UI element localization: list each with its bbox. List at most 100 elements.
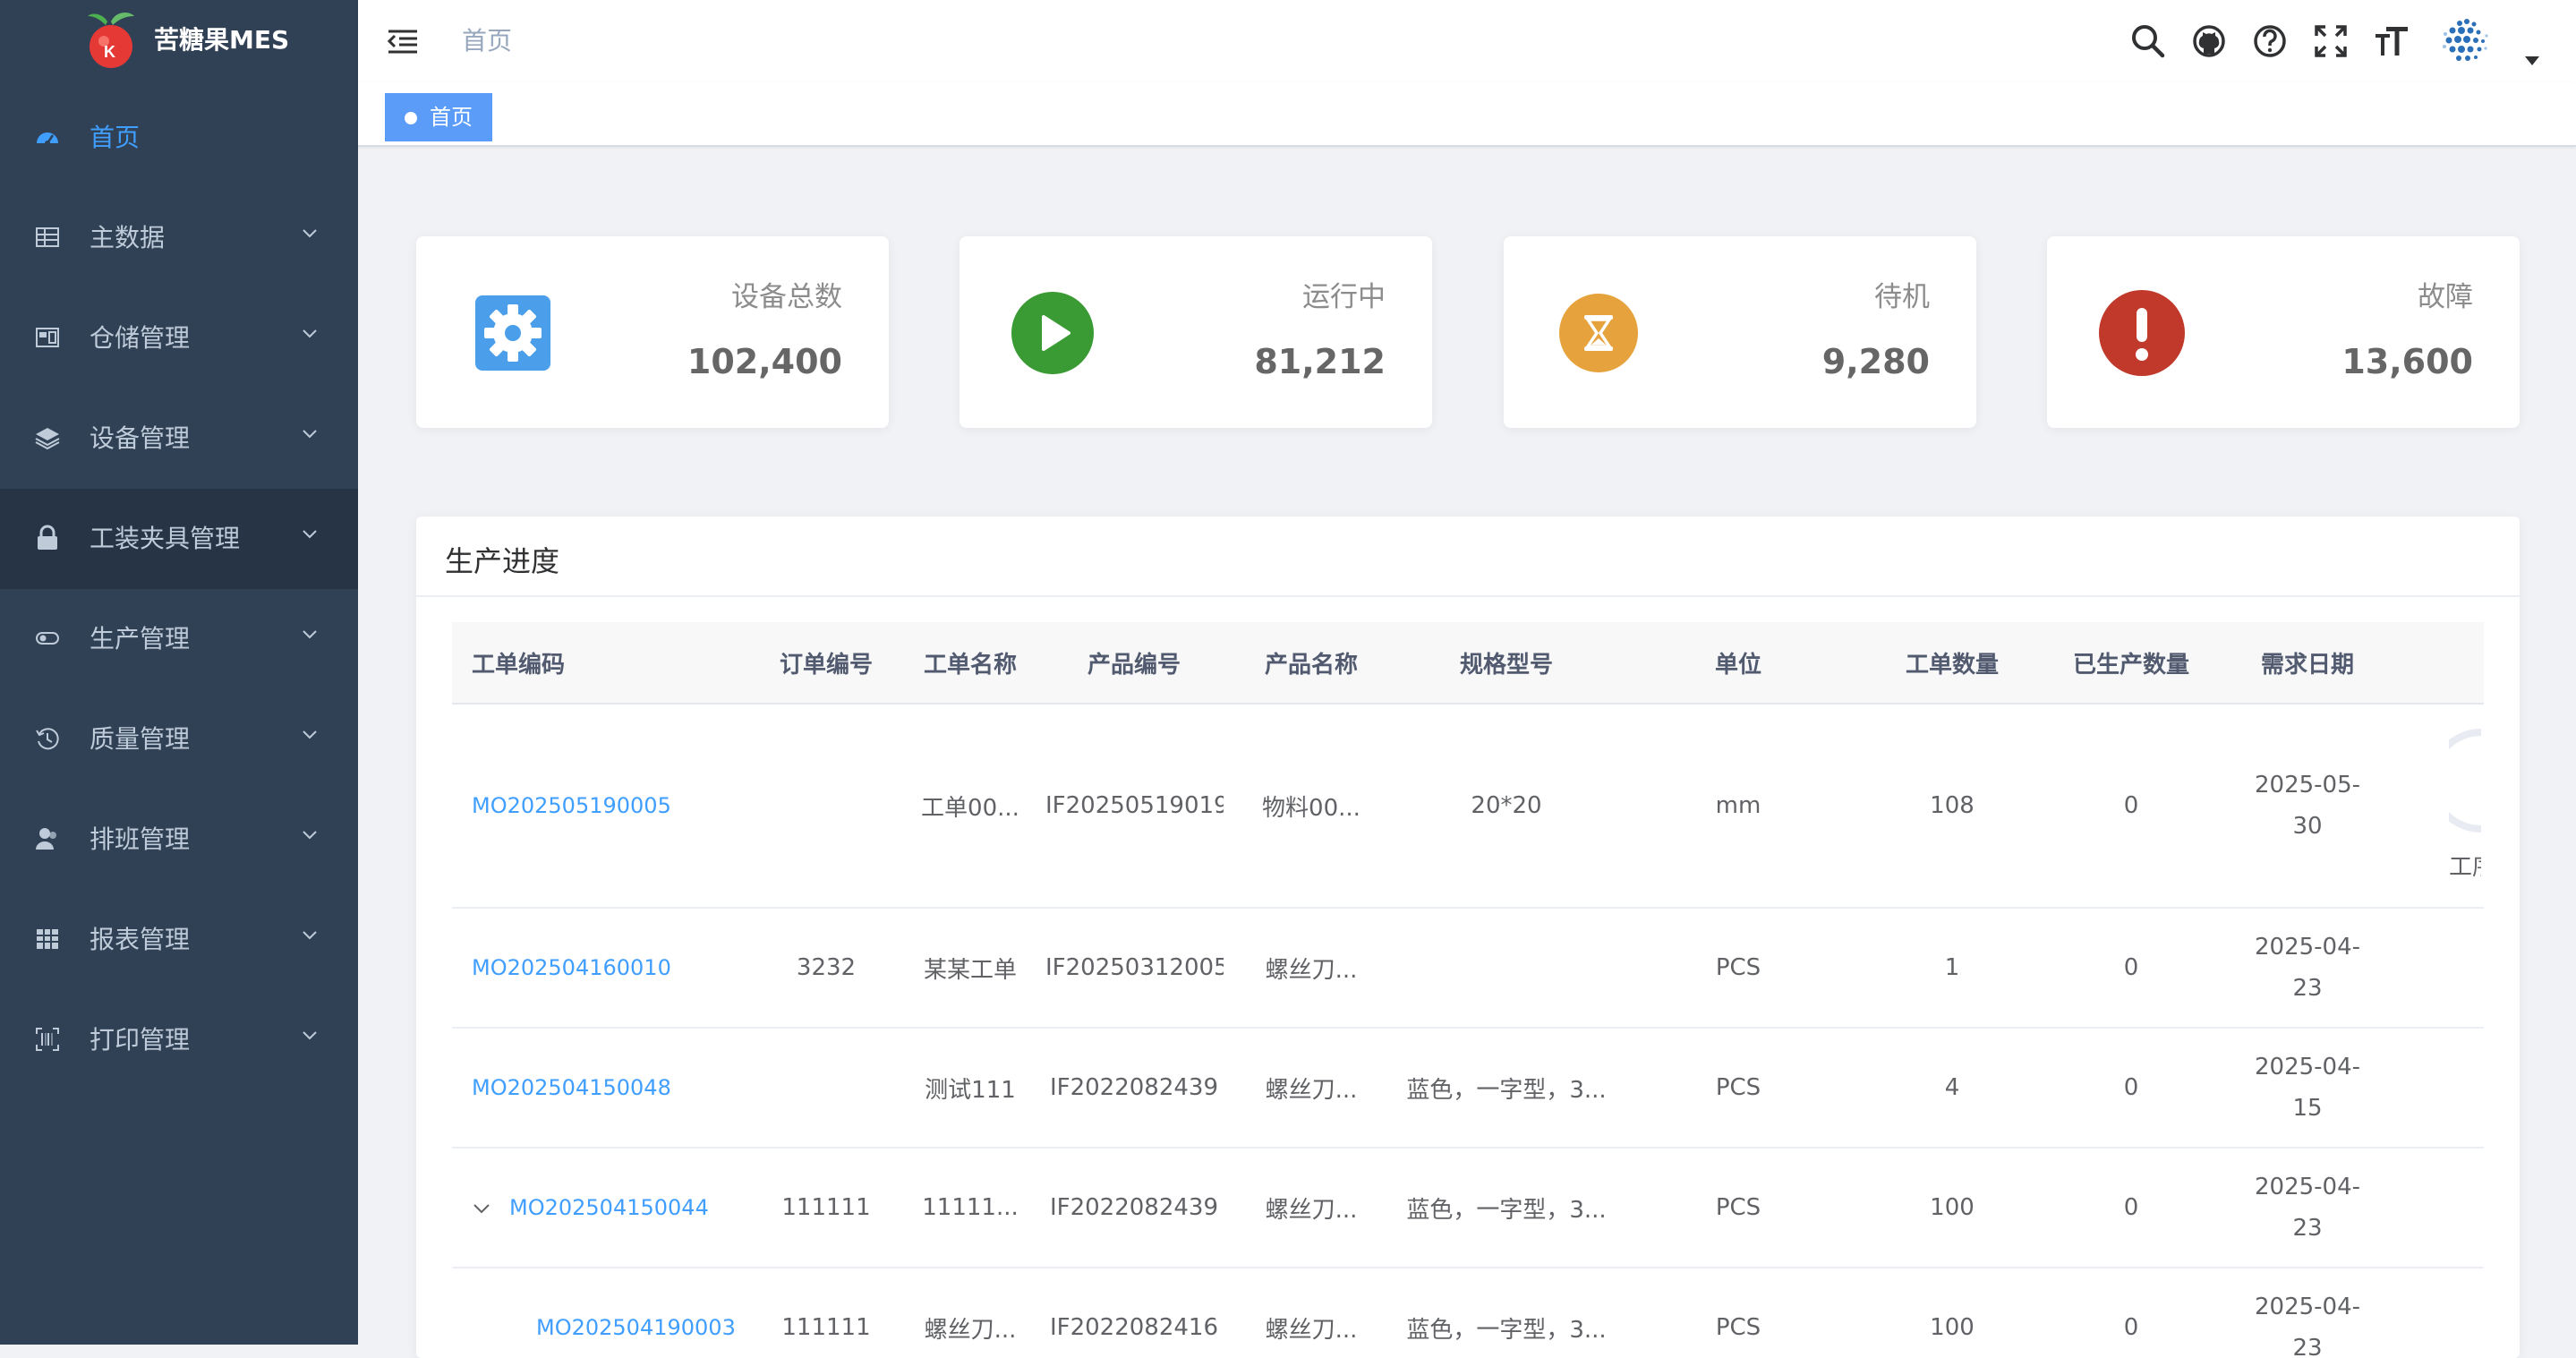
- navbar: 首页: [358, 0, 2576, 82]
- search-icon[interactable]: [2128, 21, 2168, 61]
- tags-view: 首页: [358, 82, 2576, 147]
- fullscreen-icon[interactable]: [2311, 21, 2350, 61]
- warehouse-icon: [36, 328, 59, 347]
- sidebar-item-home[interactable]: 首页: [0, 88, 358, 188]
- users-icon: [36, 828, 56, 850]
- cell-date: 2025-04-23: [2221, 1148, 2394, 1268]
- tag-home[interactable]: 首页: [385, 93, 492, 141]
- cell-order: [756, 704, 896, 909]
- cell-unit: PCS: [1614, 1148, 1863, 1268]
- column-header[interactable]: 产品名称: [1224, 622, 1399, 705]
- sidebar-item-label: 仓储管理: [90, 323, 191, 353]
- column-header-extra: [2394, 622, 2484, 705]
- operation-label: 工序: [2449, 854, 2481, 881]
- candy-logo-icon: K: [88, 13, 134, 68]
- table-row[interactable]: MO202504150048 测试111 IF2022082439 螺丝刀...…: [452, 1028, 2484, 1149]
- sidebar-menu: 首页 主数据 仓储管理 设备管理 工装夹具管理 生产管理 质量管理 排班管理 报…: [0, 88, 358, 1090]
- cell-product-code: IF2022082439: [1045, 1028, 1224, 1149]
- work-order-code-link[interactable]: MO202504150044: [509, 1195, 709, 1220]
- table-row[interactable]: MO202505190005 工单00... IF20250519019 物料0…: [452, 704, 2484, 909]
- sidebar: K 苦糖果MES 首页 主数据 仓储管理 设备管理 工装夹具管理 生产管理 质量…: [0, 0, 358, 1345]
- column-header[interactable]: 订单编号: [756, 622, 896, 705]
- chevron-down-icon: [303, 1031, 317, 1040]
- cell-product-name: 物料00...: [1224, 704, 1399, 909]
- sidebar-item-label: 生产管理: [90, 624, 191, 653]
- lock-icon: [38, 525, 57, 550]
- sidebar-item-label: 首页: [90, 123, 141, 152]
- sidebar-item-reports[interactable]: 报表管理: [0, 890, 358, 990]
- cell-spec: 蓝色，一字型，3...: [1399, 1028, 1614, 1149]
- chevron-down-icon[interactable]: [472, 1201, 491, 1216]
- table-row[interactable]: MO202504160010 3232 某某工单 IF20250312005 螺…: [452, 908, 2484, 1029]
- stat-card-standby[interactable]: 待机 9,280: [1504, 236, 1976, 428]
- sidebar-item-warehouse[interactable]: 仓储管理: [0, 288, 358, 389]
- sidebar-item-quality[interactable]: 质量管理: [0, 689, 358, 790]
- play-icon: [1011, 292, 1094, 374]
- cell-name: 某某工单: [896, 908, 1045, 1029]
- cell-qty: 100: [1863, 1148, 2042, 1268]
- cell-date: 2025-04-23: [2221, 908, 2394, 1029]
- work-order-code-link[interactable]: MO202504190003: [536, 1315, 736, 1340]
- production-panel: 生产进度 工单编码 订单编号 工单名称 产品编号 产品名称 规格型号 单位 工单…: [416, 517, 2520, 1358]
- sidebar-item-printing[interactable]: 打印管理: [0, 990, 358, 1090]
- column-header[interactable]: 产品编号: [1045, 622, 1224, 705]
- work-order-code-link[interactable]: MO202504150048: [452, 1028, 756, 1149]
- question-icon[interactable]: [2250, 21, 2290, 61]
- logo[interactable]: K 苦糖果MES: [0, 0, 358, 81]
- work-order-code-link[interactable]: MO202504160010: [452, 908, 756, 1029]
- column-header[interactable]: 单位: [1614, 622, 1863, 705]
- column-header[interactable]: 需求日期: [2221, 622, 2394, 705]
- gear-icon: [475, 295, 550, 371]
- column-header[interactable]: 已生产数量: [2042, 622, 2221, 705]
- sidebar-item-equipment[interactable]: 设备管理: [0, 389, 358, 489]
- date-text: 2025-04-15: [2254, 1054, 2360, 1122]
- sidebar-item-label: 排班管理: [90, 824, 191, 854]
- work-order-code-link[interactable]: MO202505190005: [452, 704, 756, 909]
- sidebar-item-scheduling[interactable]: 排班管理: [0, 790, 358, 890]
- table-row[interactable]: MO202504150044 111111 11111... IF2022082…: [452, 1148, 2484, 1268]
- cell-extra: [2394, 1148, 2484, 1268]
- breadcrumb[interactable]: 首页: [462, 23, 512, 59]
- column-header[interactable]: 规格型号: [1399, 622, 1614, 705]
- sidebar-item-production[interactable]: 生产管理: [0, 589, 358, 689]
- sidebar-item-master-data[interactable]: 主数据: [0, 188, 358, 288]
- cell-name: 工单00...: [896, 704, 1045, 909]
- column-header[interactable]: 工单编码: [452, 622, 756, 705]
- font-size-icon[interactable]: [2372, 21, 2411, 61]
- chevron-down-icon: [303, 430, 317, 439]
- avatar[interactable]: [2435, 11, 2497, 73]
- cell-extra: [2394, 1028, 2484, 1149]
- cell-produced: 0: [2042, 1028, 2221, 1149]
- sidebar-item-label: 设备管理: [90, 423, 191, 453]
- chevron-down-icon: [303, 730, 317, 739]
- column-header[interactable]: 工单名称: [896, 622, 1045, 705]
- sidebar-item-fixtures[interactable]: 工装夹具管理: [0, 489, 358, 589]
- cell-spec: 蓝色，一字型，3...: [1399, 1148, 1614, 1268]
- cell-product-name: 螺丝刀...: [1224, 1028, 1399, 1149]
- hamburger-icon[interactable]: [387, 25, 419, 57]
- cell-produced: 0: [2042, 1148, 2221, 1268]
- stat-card-running[interactable]: 运行中 81,212: [960, 236, 1432, 428]
- stat-title: 设备总数: [731, 281, 842, 313]
- table-header-row: 工单编码 订单编号 工单名称 产品编号 产品名称 规格型号 单位 工单数量 已生…: [452, 622, 2484, 705]
- stat-card-total[interactable]: 设备总数 102,400: [416, 236, 889, 428]
- cell-unit: PCS: [1614, 1028, 1863, 1149]
- chevron-down-icon: [303, 630, 317, 639]
- cell-product-name: 螺丝刀...: [1224, 1148, 1399, 1268]
- panel-title: 生产进度: [445, 544, 560, 578]
- stat-value: 13,600: [2341, 342, 2473, 381]
- github-icon[interactable]: [2189, 21, 2229, 61]
- cell-product-code: IF20250519019: [1045, 704, 1224, 909]
- column-header[interactable]: 工单数量: [1863, 622, 2042, 705]
- cell-date: 2025-04-15: [2221, 1028, 2394, 1149]
- cell-qty: 4: [1863, 1028, 2042, 1149]
- cell-product-code: IF2022082439: [1045, 1148, 1224, 1268]
- barcode-icon: [36, 1028, 59, 1051]
- history-icon: [36, 728, 59, 750]
- toggle-icon: [36, 632, 59, 645]
- sidebar-item-label: 打印管理: [90, 1025, 191, 1055]
- cell-unit: mm: [1614, 704, 1863, 909]
- caret-down-icon[interactable]: [2524, 56, 2540, 66]
- stat-card-fault[interactable]: 故障 13,600: [2047, 236, 2520, 428]
- sidebar-item-label: 主数据: [90, 223, 166, 252]
